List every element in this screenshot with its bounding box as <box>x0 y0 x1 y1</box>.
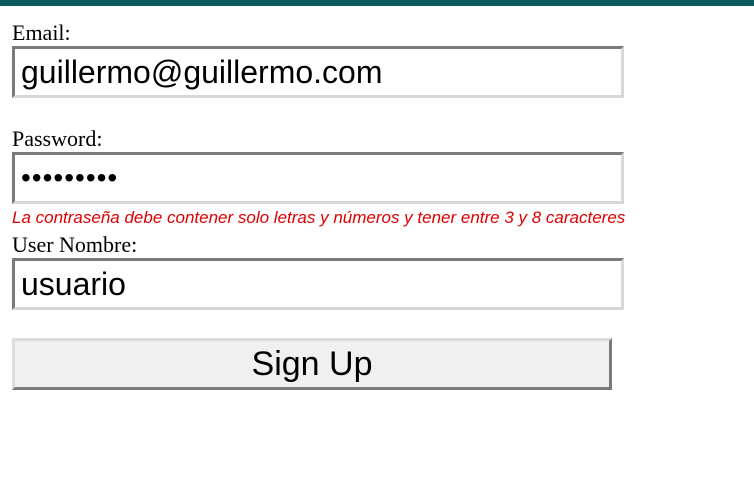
password-label: Password: <box>12 126 103 151</box>
signup-form: Email: guillermo@guillermo.com Password:… <box>12 20 732 390</box>
username-label: User Nombre: <box>12 232 138 257</box>
username-field[interactable]: usuario <box>12 258 624 310</box>
password-field[interactable]: ••••••••• <box>12 152 624 204</box>
email-field[interactable]: guillermo@guillermo.com <box>12 46 624 98</box>
sign-up-button[interactable]: Sign Up <box>12 338 612 390</box>
password-error-message: La contraseña debe contener solo letras … <box>12 208 626 227</box>
email-label: Email: <box>12 20 71 45</box>
top-bar <box>0 0 754 6</box>
